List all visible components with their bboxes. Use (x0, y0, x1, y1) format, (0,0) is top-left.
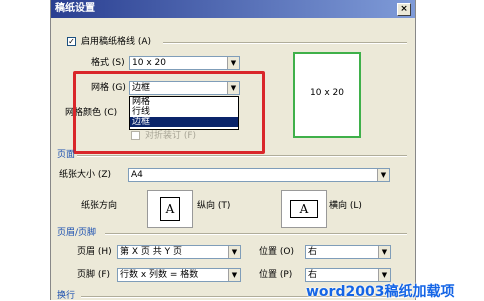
landscape-label: 横向 (L) (329, 201, 362, 211)
header-footer-section-title: 页眉/页脚 (57, 228, 97, 238)
footer-combo[interactable]: 行数 x 列数 = 格数 ▼ (117, 268, 241, 282)
preview-text: 10 x 20 (310, 88, 344, 98)
portrait-label: 纵向 (T) (197, 201, 231, 211)
header-position-value: 右 (308, 247, 318, 257)
chevron-down-icon[interactable]: ▼ (227, 57, 239, 69)
landscape-page-icon: A (290, 200, 318, 218)
paper-size-combo[interactable]: A4 ▼ (128, 168, 390, 182)
header-combo[interactable]: 第 X 页 共 Y 页 ▼ (117, 245, 241, 259)
page-setup-dialog: 稿纸设置 × ✓ 启用稿纸格线 (A) 格式 (S) 10 x 20 ▼ 网格 … (50, 0, 416, 300)
grid-preview: 10 x 20 (293, 52, 361, 138)
wrap-section-title: 换行 (57, 291, 76, 300)
chevron-down-icon[interactable]: ▼ (228, 246, 240, 258)
paper-size-value: A4 (131, 170, 143, 180)
watermark-caption: word2003稿纸加载项 (306, 284, 455, 300)
enable-grid-checkbox[interactable]: ✓ (67, 37, 76, 46)
chevron-down-icon[interactable]: ▼ (378, 269, 390, 281)
page-section-title: 页面 (57, 150, 76, 160)
footer-position-combo[interactable]: 右 ▼ (305, 268, 391, 282)
chevron-down-icon[interactable]: ▼ (228, 269, 240, 281)
footer-position-value: 右 (308, 270, 318, 280)
page-section-divider (77, 155, 407, 157)
format-combo[interactable]: 10 x 20 ▼ (129, 56, 240, 70)
grid-group-divider (163, 42, 407, 44)
header-position-combo[interactable]: 右 ▼ (305, 245, 391, 259)
dialog-title: 稿纸设置 (55, 3, 95, 14)
close-button[interactable]: × (397, 3, 411, 16)
orientation-label: 纸张方向 (81, 201, 118, 211)
footer-value: 行数 x 列数 = 格数 (120, 270, 199, 280)
landscape-option[interactable]: A (281, 190, 327, 228)
header-label: 页眉 (H) (77, 247, 112, 257)
chevron-down-icon[interactable]: ▼ (378, 246, 390, 258)
portrait-option[interactable]: A (147, 190, 193, 228)
format-label: 格式 (S) (91, 58, 125, 68)
chevron-down-icon[interactable]: ▼ (377, 169, 389, 181)
header-value: 第 X 页 共 Y 页 (120, 247, 182, 257)
format-value: 10 x 20 (132, 58, 166, 68)
enable-grid-label: 启用稿纸格线 (A) (81, 37, 152, 47)
highlight-box (73, 71, 265, 154)
header-position-label: 位置 (O) (259, 247, 294, 257)
title-bar: 稿纸设置 × (51, 0, 415, 18)
portrait-page-icon: A (160, 197, 180, 221)
footer-position-label: 位置 (P) (259, 270, 293, 280)
footer-label: 页脚 (F) (77, 270, 111, 280)
header-footer-divider (105, 233, 407, 235)
paper-size-label: 纸张大小 (Z) (59, 170, 112, 180)
